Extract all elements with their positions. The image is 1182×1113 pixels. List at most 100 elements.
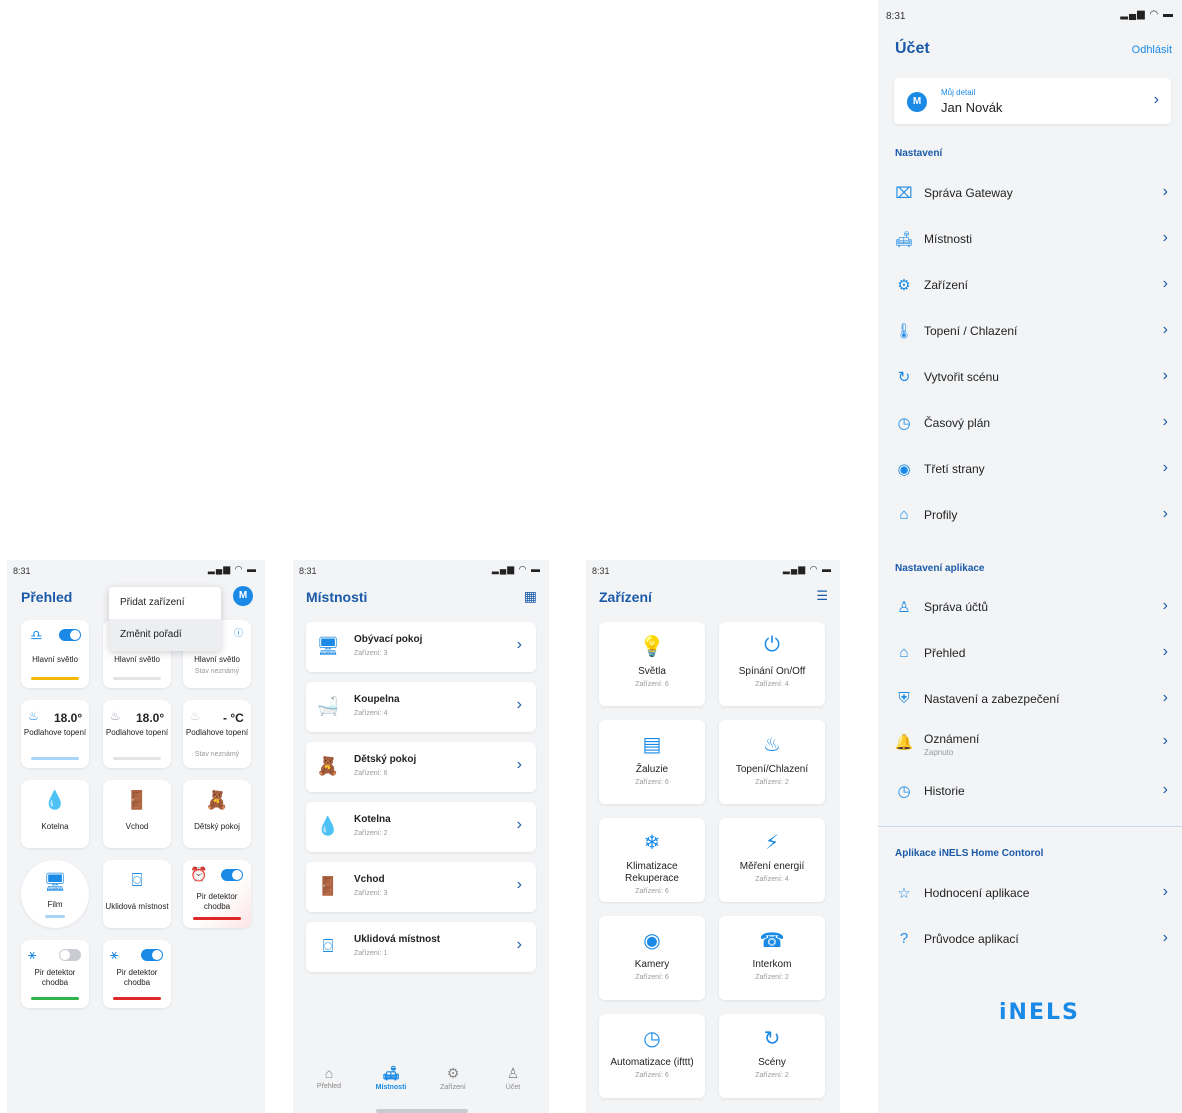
room-item[interactable]: 🖥 Obývací pokoj Zařízení: 3 › (306, 622, 536, 672)
user-icon: ♙ (897, 599, 911, 616)
temperature-value: 18.0° (54, 711, 83, 725)
category-name: Interkom (752, 959, 792, 970)
tile-label: Podlahove topení (23, 728, 87, 737)
pir-toggle[interactable] (141, 949, 163, 961)
tile-floor-heating-1[interactable]: ♨ 18.0° Podlahove topení (21, 700, 89, 768)
category-count: Zařízení: 2 (755, 779, 789, 786)
tile-label: Pir detektor chodba (116, 968, 158, 987)
tile-floor-heating-2[interactable]: ♨ 18.0° Podlahove topení (103, 700, 171, 768)
device-category-scenes[interactable]: ↻ Scény Zařízení: 2 (719, 1014, 825, 1098)
section-title-app: Aplikace iNELS Home Contorol (895, 848, 1044, 859)
app-settings-item-accounts[interactable]: ♙ Správa účtů › (894, 592, 1174, 622)
device-category-heating[interactable]: ♨ Topení/Chlazení Zařízení: 2 (719, 720, 825, 804)
tile-label: Podlahove topení (105, 728, 169, 737)
app-settings-item-security[interactable]: ⛨ Nastavení a zabezpečení › (894, 684, 1174, 714)
settings-item-third-party[interactable]: ◉ Třetí strany › (894, 454, 1174, 484)
device-category-switches[interactable]: ⏻ Spínání On/Off Zařízení: 4 (719, 622, 825, 706)
device-category-ac[interactable]: ❄ Klimatizace Rekuperace Zařízení: 6 (599, 818, 705, 902)
status-time: 8:31 (13, 566, 31, 576)
chevron-right-icon: › (1162, 781, 1168, 798)
status-bar: 8:31 ▂▄▆ ◠ ▬ (7, 563, 265, 579)
temperature-value: - °C (223, 711, 244, 725)
tile-label: Uklidová místnost (105, 902, 169, 911)
settings-item-create-scene[interactable]: ↻ Vytvořit scénu › (894, 362, 1174, 392)
tile-floor-heating-3[interactable]: ♨ - °C Podlahove topení Stav neznámý (183, 700, 251, 768)
settings-item-devices[interactable]: ⚙ Zařízení › (894, 270, 1174, 300)
bottom-nav: ⌂ Přehled 🛋 Místnosti ⚙ Zařízení ♙ Účet (293, 1053, 549, 1113)
pir-toggle[interactable] (59, 949, 81, 961)
section-title-settings: Nastavení (895, 148, 943, 159)
settings-item-schedule[interactable]: ◷ Časový plán › (894, 408, 1174, 438)
settings-item-heating[interactable]: 🌡 Topení / Chlazení › (894, 316, 1174, 346)
category-name: Automatizace (ifttt) (610, 1057, 694, 1068)
room-item[interactable]: ⌼ Uklidová místnost Zařízení: 1 › (306, 922, 536, 972)
settings-item-gateway[interactable]: ⌧ Správa Gateway › (894, 178, 1174, 208)
light-bulb-icon: 💡 (639, 636, 665, 658)
category-count: Zařízení: 2 (755, 1072, 789, 1079)
home-indicator (376, 1109, 468, 1113)
tile-label: Vchod (125, 822, 149, 831)
tile-vchod[interactable]: 🚪 Vchod (103, 780, 171, 848)
star-icon: ☆ (897, 885, 911, 902)
tile-pir-3[interactable]: ⚹ Pir detektor chodba (103, 940, 171, 1008)
tile-pir-2[interactable]: ⚹ Pir detektor chodba (21, 940, 89, 1008)
category-name: Kamery (634, 959, 670, 970)
room-item[interactable]: 🛁 Koupelna Zařízení: 4 › (306, 682, 536, 732)
pir-toggle[interactable] (221, 869, 243, 881)
house-plus-icon: ⌂ (899, 506, 909, 523)
ceiling-lamp-icon: ♎ (30, 627, 43, 643)
row-label: Třetí strany (924, 462, 985, 476)
temperature-value: 18.0° (136, 711, 165, 725)
status-bar-grey (113, 757, 161, 760)
scene-icon: ↻ (897, 369, 911, 386)
tile-uklidova[interactable]: ⌼ Uklidová místnost (103, 860, 171, 928)
tile-label: Pir detektor chodba (196, 892, 238, 911)
nav-rooms[interactable]: 🛋 Místnosti (366, 1065, 416, 1091)
tile-pir-alarm[interactable]: ⏰ Pir detektor chodba (183, 860, 251, 928)
room-item[interactable]: 🚪 Vchod Zařízení: 3 › (306, 862, 536, 912)
app-item-rating[interactable]: ☆ Hodnocení aplikace › (894, 878, 1174, 908)
devices-screen: 8:31 ▂▄▆ ◠ ▬ Zařízení ☰ 💡 Světla Zařízen… (586, 560, 840, 1113)
app-settings-item-notifications[interactable]: 🔔 Oznámení Zapnuto › (894, 727, 1174, 761)
device-category-energy[interactable]: ⚡ Měření energií Zařízení: 4 (719, 818, 825, 902)
room-item[interactable]: 🧸 Dětský pokoj Zařízení: 6 › (306, 742, 536, 792)
grid-view-icon[interactable]: ▦ (524, 588, 537, 605)
page-title: Místnosti (306, 589, 368, 605)
clock-icon: ◷ (897, 415, 911, 432)
category-count: Zařízení: 6 (635, 888, 669, 895)
my-detail-card[interactable]: M Můj detail Jan Novák › (894, 78, 1171, 124)
settings-item-rooms[interactable]: 🛋 Místnosti › (894, 224, 1174, 254)
device-category-cameras[interactable]: ◉ Kamery Zařízení: 6 (599, 916, 705, 1000)
device-category-lights[interactable]: 💡 Světla Zařízení: 6 (599, 622, 705, 706)
logout-link[interactable]: Odhlásit (1132, 44, 1172, 56)
nav-devices[interactable]: ⚙ Zařízení (428, 1065, 478, 1091)
light-toggle[interactable] (59, 629, 81, 641)
app-item-guide[interactable]: ? Průvodce aplikací › (894, 924, 1174, 954)
tile-film-scene[interactable]: 🖥 Film (21, 860, 89, 928)
avatar[interactable]: M (233, 586, 253, 606)
nav-overview[interactable]: ⌂ Přehled (304, 1065, 354, 1090)
chevron-right-icon: › (1162, 643, 1168, 660)
tile-main-light-1[interactable]: ♎ Hlavní světlo (21, 620, 89, 688)
nav-label: Účet (505, 1084, 521, 1091)
room-item[interactable]: 💧 Kotelna Zařízení: 2 › (306, 802, 536, 852)
chevron-right-icon: › (1162, 597, 1168, 614)
nav-account[interactable]: ♙ Účet (488, 1065, 538, 1091)
signal-wifi-battery-icon: ▂▄▆ ◠ ▬ (491, 564, 541, 574)
category-count: Zařízení: 6 (635, 779, 669, 786)
menu-change-order[interactable]: Změnit pořadí (109, 619, 221, 651)
settings-item-profiles[interactable]: ⌂ Profily › (894, 500, 1174, 530)
list-view-icon[interactable]: ☰ (816, 588, 828, 604)
tile-detsky-pokoj[interactable]: 🧸 Dětský pokoj (183, 780, 251, 848)
device-category-automation[interactable]: ◷ Automatizace (ifttt) Zařízení: 6 (599, 1014, 705, 1098)
menu-add-device[interactable]: Přidat zařízení (109, 587, 221, 619)
tile-kotelna[interactable]: 💧 Kotelna (21, 780, 89, 848)
chevron-right-icon: › (1162, 413, 1168, 430)
device-category-intercom[interactable]: ☎ Interkom Zařízení: 2 (719, 916, 825, 1000)
app-settings-item-history[interactable]: ◷ Historie › (894, 776, 1174, 806)
monitor-icon: 🖥 (43, 872, 67, 892)
app-settings-item-overview[interactable]: ⌂ Přehled › (894, 638, 1174, 668)
device-category-blinds[interactable]: ▤ Žaluzie Zařízení: 6 (599, 720, 705, 804)
home-icon: ⌂ (899, 644, 909, 661)
row-label: Časový plán (924, 416, 991, 430)
